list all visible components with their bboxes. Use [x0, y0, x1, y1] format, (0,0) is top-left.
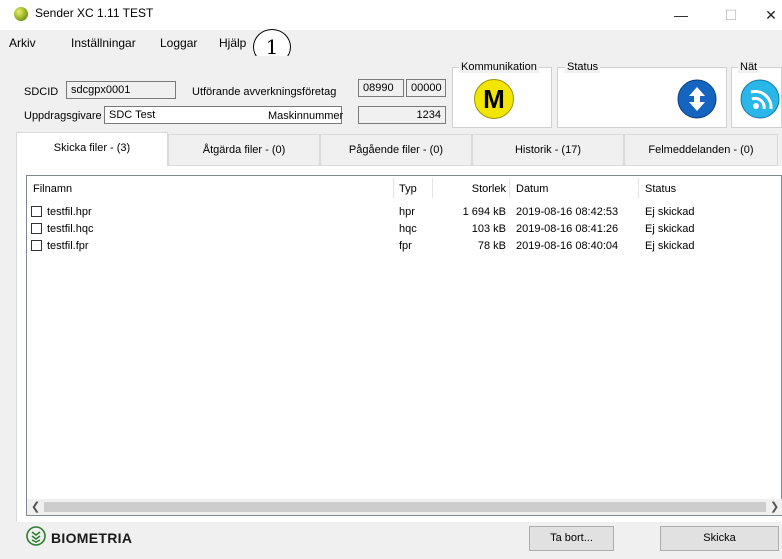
col-header-storlek[interactable]: Storlek	[438, 183, 506, 195]
tab-felmeddelanden[interactable]: Felmeddelanden - (0)	[624, 134, 778, 166]
network-wifi-icon	[740, 79, 780, 119]
foretag-field-2[interactable]: 00000	[406, 79, 446, 97]
row-type: fpr	[399, 240, 412, 252]
row-filename: testfil.fpr	[47, 240, 89, 252]
row-filename: testfil.hqc	[47, 223, 94, 235]
row-status: Ej skickad	[645, 206, 695, 218]
scroll-left-icon[interactable]: ❮	[31, 500, 40, 513]
tab-skicka-filer[interactable]: Skicka filer - (3)	[16, 132, 168, 167]
tab-historik[interactable]: Historik - (17)	[472, 134, 624, 166]
column-divider	[393, 178, 394, 198]
column-divider	[509, 178, 510, 198]
close-button[interactable]: ✕	[760, 4, 782, 26]
maximize-button[interactable]: ☐	[716, 4, 746, 26]
tab-atgarda-filer[interactable]: Åtgärda filer - (0)	[168, 134, 320, 166]
row-date: 2019-08-16 08:40:04	[516, 240, 619, 252]
col-header-datum[interactable]: Datum	[516, 183, 548, 195]
remove-button[interactable]: Ta bort...	[529, 526, 614, 551]
sdcid-label: SDCID	[24, 86, 59, 98]
send-button[interactable]: Skicka	[660, 526, 779, 551]
row-checkbox[interactable]	[31, 223, 42, 234]
maskin-field[interactable]: 1234	[358, 106, 446, 124]
col-header-typ[interactable]: Typ	[399, 183, 417, 195]
row-filename: testfil.hpr	[47, 206, 92, 218]
menu-arkiv[interactable]: Arkiv	[9, 36, 36, 50]
foretag-field-1[interactable]: 08990	[358, 79, 404, 97]
minimize-button[interactable]: —	[666, 4, 696, 26]
menu-installningar[interactable]: Inställningar	[71, 36, 136, 50]
status-label: Status	[565, 61, 601, 73]
row-size: 103 kB	[471, 223, 506, 235]
col-header-status[interactable]: Status	[645, 183, 676, 195]
kommunikation-badge: M	[474, 79, 514, 119]
scroll-right-icon[interactable]: ❯	[770, 500, 779, 513]
column-divider	[432, 178, 433, 198]
column-divider	[638, 178, 639, 198]
tab-pagaende-filer[interactable]: Pågående filer - (0)	[320, 134, 472, 166]
row-type: hpr	[399, 206, 415, 218]
uppdragsgivare-label: Uppdragsgivare	[24, 110, 102, 122]
foretag-label: Utförande avverkningsföretag	[192, 86, 337, 98]
row-checkbox[interactable]	[31, 240, 42, 251]
window-title: Sender XC 1.11 TEST	[35, 6, 154, 20]
col-header-filnamn[interactable]: Filnamn	[33, 183, 72, 195]
scrollbar-thumb[interactable]	[44, 502, 766, 512]
menu-loggar[interactable]: Loggar	[160, 36, 197, 50]
biometria-logo-icon	[26, 526, 46, 546]
row-date: 2019-08-16 08:42:53	[516, 206, 619, 218]
row-type: hqc	[399, 223, 417, 235]
sdcid-field[interactable]: sdcgpx0001	[66, 81, 176, 99]
status-updown-icon	[677, 79, 717, 119]
row-date: 2019-08-16 08:41:26	[516, 223, 619, 235]
row-size: 78 kB	[477, 240, 506, 252]
kommunikation-label: Kommunikation	[459, 61, 539, 73]
row-status: Ej skickad	[645, 223, 695, 235]
row-status: Ej skickad	[645, 240, 695, 252]
menu-hjalp[interactable]: Hjälp	[219, 36, 246, 50]
maskin-label: Maskinnummer	[268, 110, 344, 122]
app-icon	[14, 7, 28, 21]
row-checkbox[interactable]	[31, 206, 42, 217]
brand-name: BIOMETRIA	[51, 530, 133, 546]
nat-label: Nät	[738, 61, 760, 73]
row-size: 1 694 kB	[462, 206, 506, 218]
